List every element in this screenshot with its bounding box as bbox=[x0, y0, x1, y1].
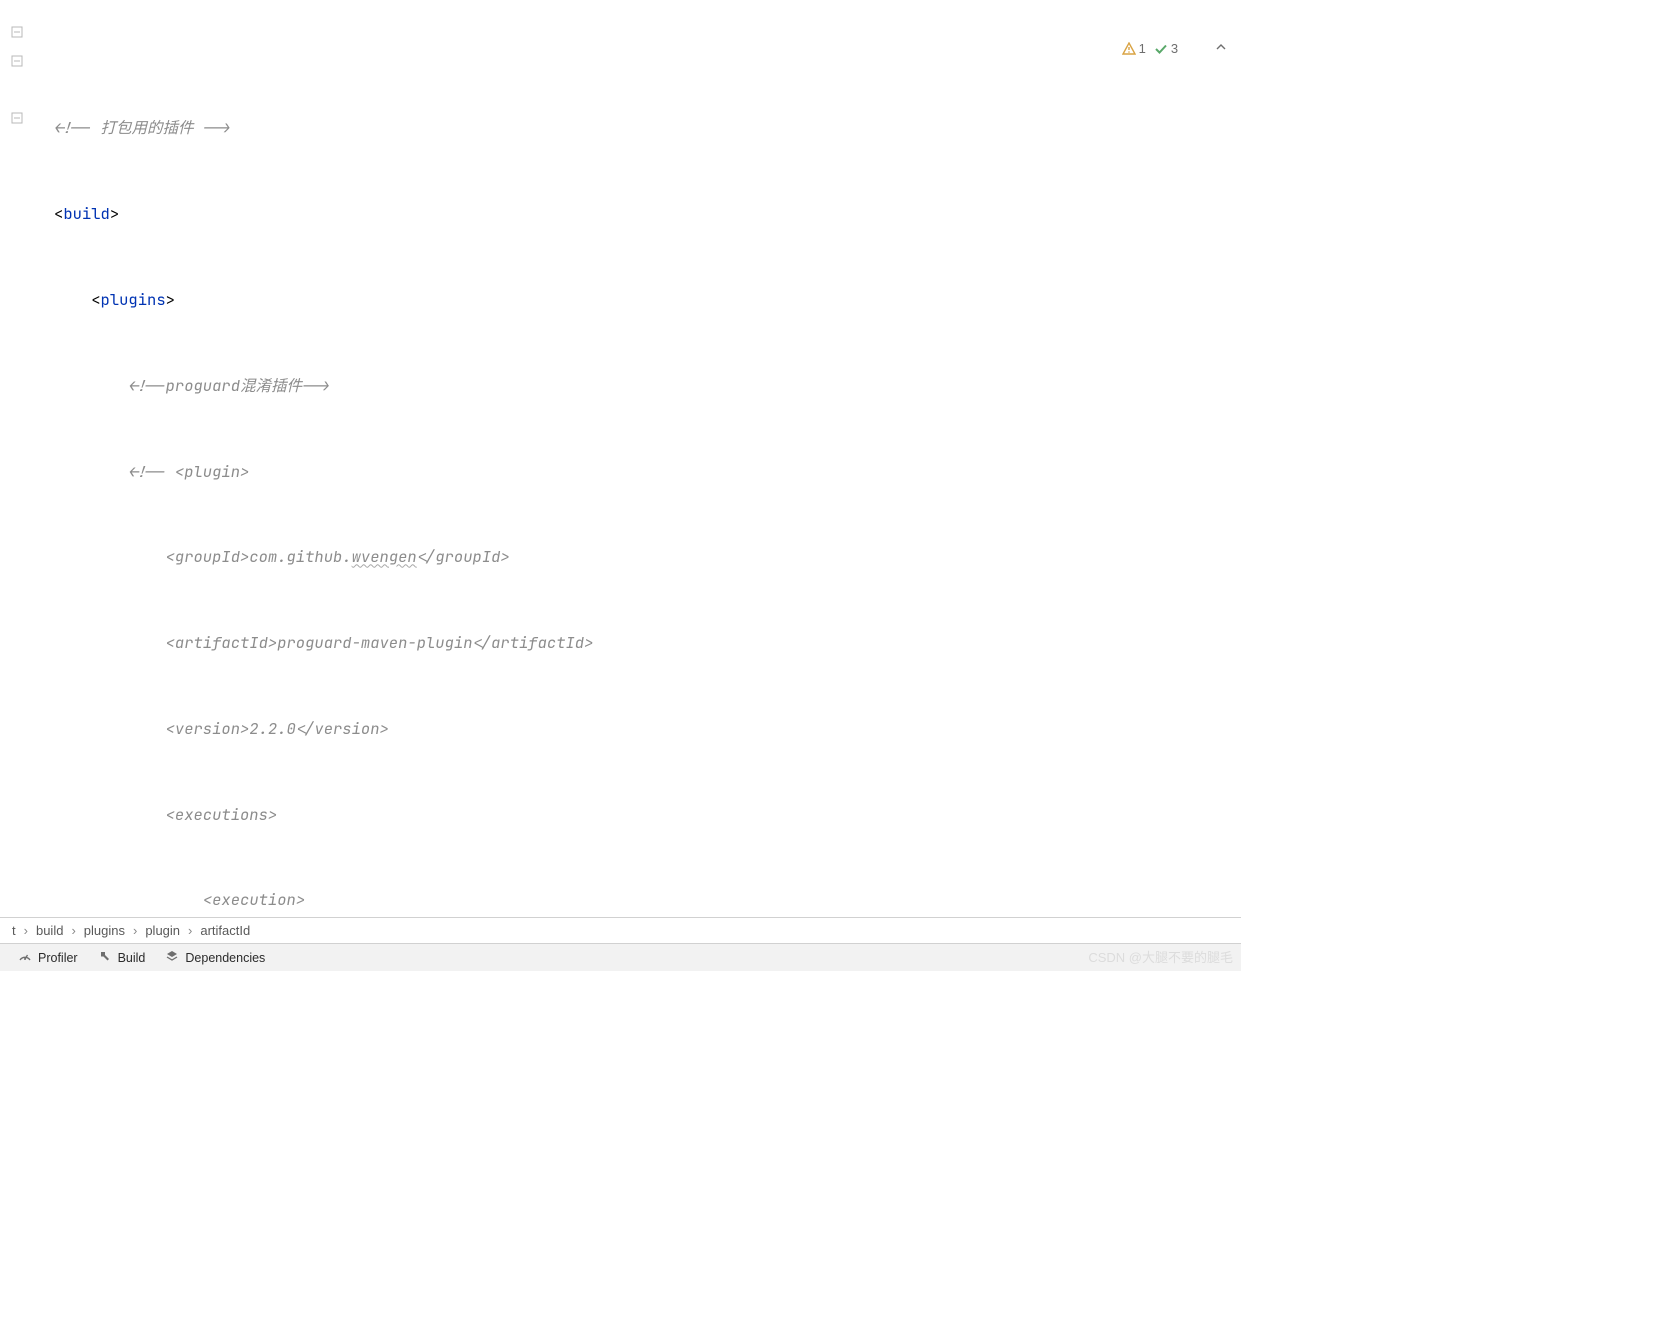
layers-icon bbox=[165, 949, 179, 966]
dependencies-tool-button[interactable]: Dependencies bbox=[155, 944, 275, 971]
fold-handle-icon[interactable] bbox=[10, 111, 24, 125]
chevron-right-icon: › bbox=[127, 923, 143, 938]
tool-window-bar: Profiler Build Dependencies bbox=[0, 943, 1241, 971]
profiler-tool-button[interactable]: Profiler bbox=[8, 944, 88, 971]
gauge-icon bbox=[18, 949, 32, 966]
ok-count: 3 bbox=[1171, 35, 1178, 64]
code-comment: <!--proguard混淆插件--> bbox=[128, 372, 330, 401]
chevron-up-icon[interactable] bbox=[1186, 6, 1227, 92]
ok-indicator[interactable]: 3 bbox=[1154, 35, 1178, 64]
gutter bbox=[0, 0, 34, 917]
code-content[interactable]: 1 3 <!-- 打包用的插件 --> <build> <plugins> <!… bbox=[34, 0, 1241, 917]
breadcrumb-bar: t › build › plugins › plugin › artifactI… bbox=[0, 917, 1241, 943]
breadcrumb[interactable]: build bbox=[34, 923, 65, 938]
fold-handle-icon[interactable] bbox=[10, 54, 24, 68]
code-comment: <!-- 打包用的插件 --> bbox=[54, 114, 231, 143]
build-tool-button[interactable]: Build bbox=[88, 944, 156, 971]
tool-label: Dependencies bbox=[185, 951, 265, 965]
chevron-right-icon: › bbox=[65, 923, 81, 938]
inspection-widget[interactable]: 1 3 bbox=[1122, 6, 1227, 92]
breadcrumb[interactable]: artifactId bbox=[198, 923, 252, 938]
tool-label: Build bbox=[118, 951, 146, 965]
chevron-right-icon: › bbox=[182, 923, 198, 938]
warning-count: 1 bbox=[1139, 35, 1146, 64]
breadcrumb[interactable]: t bbox=[10, 923, 18, 938]
hammer-icon bbox=[98, 949, 112, 966]
breadcrumb[interactable]: plugin bbox=[143, 923, 182, 938]
tool-label: Profiler bbox=[38, 951, 78, 965]
warning-indicator[interactable]: 1 bbox=[1122, 35, 1146, 64]
editor-area: 1 3 <!-- 打包用的插件 --> <build> <plugins> <!… bbox=[0, 0, 1241, 917]
fold-handle-icon[interactable] bbox=[10, 25, 24, 39]
chevron-right-icon: › bbox=[18, 923, 34, 938]
breadcrumb[interactable]: plugins bbox=[82, 923, 127, 938]
